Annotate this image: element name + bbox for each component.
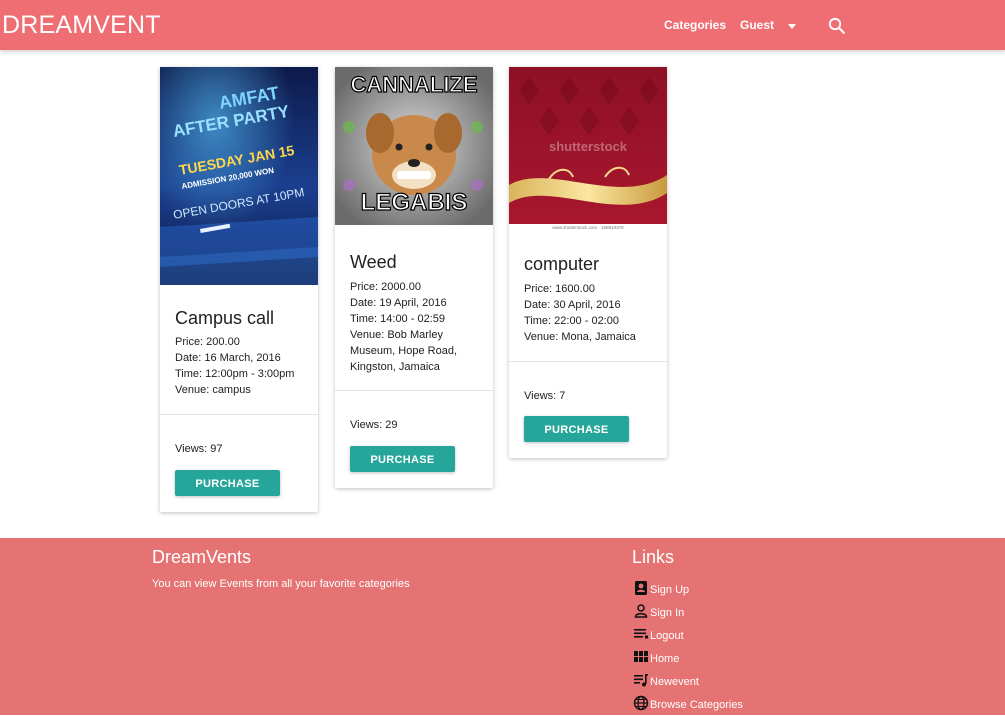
event-time: Time: 22:00 - 02:00: [524, 315, 619, 327]
footer-description: You can view Events from all your favori…: [152, 578, 410, 590]
event-card: CANNALIZE LEGABIS Weed Price: 2000.00 Da…: [335, 67, 493, 488]
event-venue: Venue: Bob Marley Museum, Hope Road, Kin…: [350, 329, 457, 373]
event-info: Price: 200.00 Date: 16 March, 2016 Time:…: [175, 334, 310, 398]
event-image-text: CANNALIZE: [350, 72, 477, 97]
card-divider: [160, 414, 318, 415]
footer-link-label: Logout: [650, 630, 684, 642]
event-image: shutterstock www.shutterstock.com · 1688…: [509, 67, 667, 231]
event-image: AMFAT AFTER PARTY TUESDAY JAN 15 ADMISSI…: [160, 67, 318, 285]
event-price: Price: 200.00: [175, 336, 240, 348]
contact-card-icon: [633, 580, 649, 596]
list-icon: [633, 626, 649, 642]
event-time: Time: 14:00 - 02:59: [350, 313, 445, 325]
event-date: Date: 16 March, 2016: [175, 352, 281, 364]
event-info: Price: 1600.00 Date: 30 April, 2016 Time…: [524, 281, 659, 345]
event-time: Time: 12:00pm - 3:00pm: [175, 368, 295, 380]
grid-icon: [633, 649, 649, 665]
event-price: Price: 1600.00: [524, 283, 595, 295]
event-price: Price: 2000.00: [350, 281, 421, 293]
footer-link-label: Home: [650, 653, 680, 665]
footer-title: DreamVents: [152, 547, 252, 567]
nav-categories-link[interactable]: Categories: [664, 18, 726, 32]
event-image-text: LEGABIS: [361, 189, 468, 216]
event-date: Date: 19 April, 2016: [350, 297, 447, 309]
event-venue: Venue: Mona, Jamaica: [524, 331, 636, 343]
playlist-icon: [633, 672, 649, 688]
event-title: Weed: [350, 252, 397, 272]
event-card: shutterstock www.shutterstock.com · 1688…: [509, 67, 667, 458]
footer: DreamVents You can view Events from all …: [0, 538, 1005, 715]
purchase-button[interactable]: PURCHASE: [175, 470, 280, 496]
event-image-text: shutterstock: [549, 139, 628, 154]
event-views: Views: 7: [524, 390, 566, 402]
event-image-text: www.shutterstock.com · 168810378: [552, 225, 624, 230]
nav-user-menu[interactable]: Guest: [740, 18, 774, 32]
purchase-button[interactable]: PURCHASE: [350, 446, 455, 472]
card-divider: [509, 361, 667, 362]
dropdown-caret-icon[interactable]: [788, 24, 796, 29]
event-card: AMFAT AFTER PARTY TUESDAY JAN 15 ADMISSI…: [160, 67, 318, 512]
event-info: Price: 2000.00 Date: 19 April, 2016 Time…: [350, 279, 485, 375]
card-divider: [335, 390, 493, 391]
event-title: computer: [524, 254, 600, 274]
person-icon: [633, 603, 649, 619]
globe-icon: [633, 695, 649, 711]
footer-link-label: Sign In: [650, 607, 685, 619]
purchase-button[interactable]: PURCHASE: [524, 416, 629, 442]
event-venue: Venue: campus: [175, 384, 251, 396]
event-views: Views: 29: [350, 419, 398, 431]
brand-logo[interactable]: DREAMVENT: [2, 11, 161, 40]
event-date: Date: 30 April, 2016: [524, 299, 621, 311]
footer-links-title: Links: [632, 547, 675, 567]
footer-link-label: Newevent: [650, 676, 699, 688]
event-image: CANNALIZE LEGABIS: [335, 67, 493, 225]
navbar: DREAMVENT Categories Guest: [0, 0, 1005, 50]
event-views: Views: 97: [175, 443, 223, 455]
footer-link-label: Sign Up: [650, 584, 690, 596]
search-icon[interactable]: [828, 17, 846, 35]
footer-link-label: Browse Categories: [650, 699, 743, 711]
event-title: Campus call: [175, 308, 275, 328]
